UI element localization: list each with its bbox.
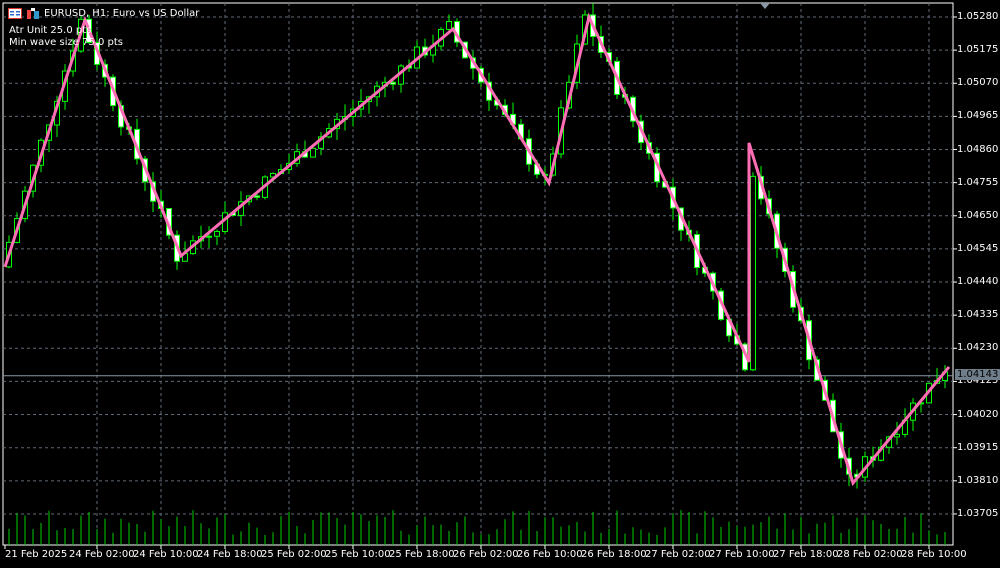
candle-body — [254, 195, 260, 198]
price-label: 1.04230 — [957, 342, 999, 354]
time-label: 27 Feb 10:00 — [709, 549, 775, 560]
time-label: 24 Feb 02:00 — [69, 549, 135, 560]
time-label: 25 Feb 18:00 — [389, 549, 455, 560]
chart-title: EURUSD, H1: Euro vs US Dollar — [44, 8, 200, 19]
time-label: 28 Feb 02:00 — [837, 549, 903, 560]
price-label: 1.05175 — [957, 44, 999, 56]
plot-frame — [2, 2, 954, 546]
candle-body — [894, 433, 900, 438]
time-label: 24 Feb 18:00 — [197, 549, 263, 560]
candle-body — [310, 147, 316, 158]
price-label: 1.04860 — [957, 143, 999, 155]
chart-list-icon[interactable] — [8, 8, 22, 19]
price-label: 1.04650 — [957, 209, 999, 221]
time-label: 26 Feb 18:00 — [581, 549, 647, 560]
candle-body — [750, 175, 756, 371]
price-label: 1.03810 — [957, 474, 999, 486]
indicator-icon[interactable] — [26, 8, 40, 19]
price-label: 1.05280 — [957, 11, 999, 22]
price-label: 1.04965 — [957, 110, 999, 122]
time-label: 21 Feb 2025 — [5, 549, 68, 560]
price-label: 1.03705 — [957, 507, 999, 519]
price-chart[interactable] — [0, 0, 1000, 568]
candle-body — [446, 21, 452, 30]
time-label: 27 Feb 18:00 — [773, 549, 839, 560]
time-label: 28 Feb 10:00 — [901, 549, 967, 560]
time-label: 25 Feb 02:00 — [261, 549, 327, 560]
price-label: 1.04020 — [957, 408, 999, 420]
min-wave-label: Min wave size 75.0 pts — [9, 37, 123, 48]
time-label: 24 Feb 10:00 — [133, 549, 199, 560]
time-label: 26 Feb 10:00 — [517, 549, 583, 560]
candle-body — [206, 235, 212, 238]
price-label: 1.04335 — [957, 309, 999, 321]
current-price-label: 1.04143 — [955, 369, 1000, 380]
time-label: 26 Feb 02:00 — [453, 549, 519, 560]
time-label: 27 Feb 02:00 — [645, 549, 711, 560]
candle-body — [214, 230, 220, 237]
chart-shift-marker[interactable] — [760, 3, 770, 9]
price-label: 1.04545 — [957, 242, 999, 254]
price-label: 1.05070 — [957, 77, 999, 89]
chart-header: EURUSD, H1: Euro vs US Dollar — [8, 8, 199, 19]
price-label: 1.04440 — [957, 276, 999, 288]
time-label: 25 Feb 10:00 — [325, 549, 391, 560]
atr-unit-label: Atr Unit 25.0 pts — [9, 25, 92, 36]
price-label: 1.03915 — [957, 441, 999, 453]
price-label: 1.04755 — [957, 176, 999, 188]
candle-body — [390, 81, 396, 85]
